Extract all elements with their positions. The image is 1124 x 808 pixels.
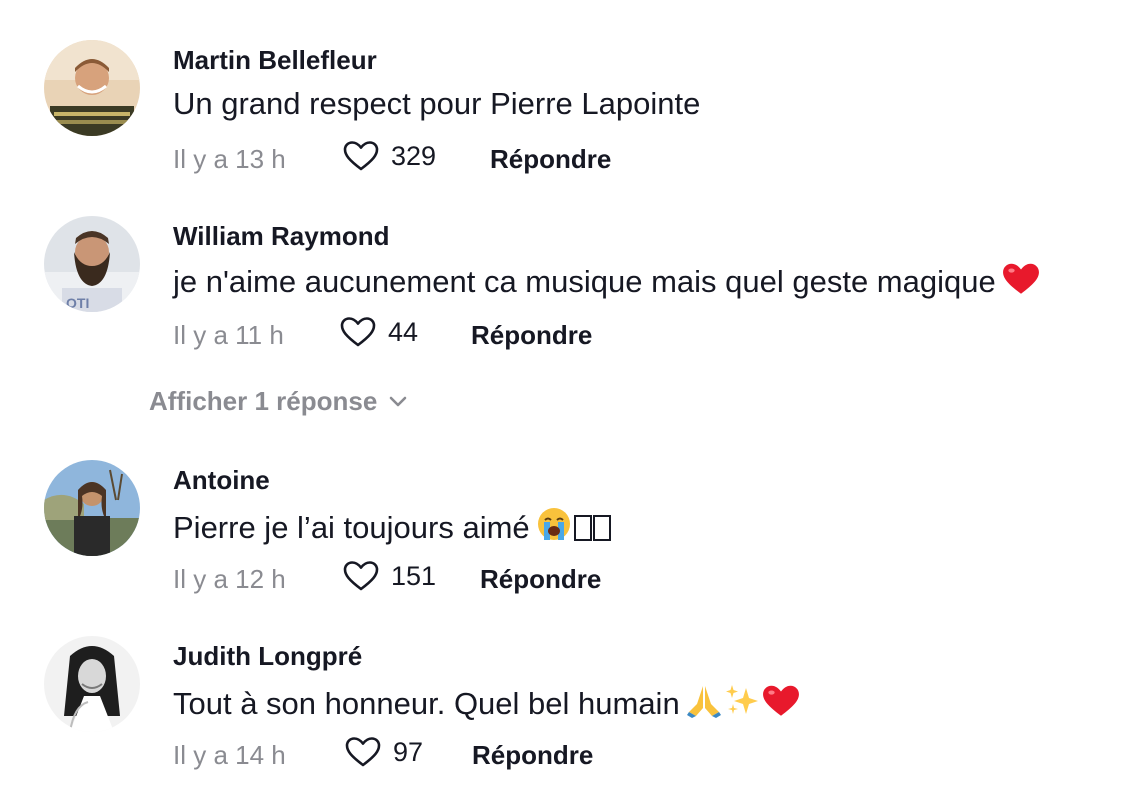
red-heart-emoji — [762, 684, 800, 726]
avatar-photo — [44, 40, 140, 136]
username[interactable]: William Raymond — [173, 221, 389, 252]
like-button[interactable]: 151 — [343, 560, 436, 592]
comment-text: Un grand respect pour Pierre Lapointe — [173, 86, 700, 122]
avatar[interactable] — [44, 460, 140, 556]
sparkles-emoji — [724, 682, 760, 726]
like-button[interactable]: 97 — [345, 736, 423, 768]
like-count: 44 — [388, 316, 419, 347]
comment-text: Pierre je l’ai toujours aimé — [173, 506, 611, 550]
chevron-down-icon — [389, 396, 407, 406]
folded-hands-emoji — [686, 682, 722, 726]
username[interactable]: Martin Bellefleur — [173, 45, 377, 76]
avatar[interactable] — [44, 40, 140, 136]
reply-button[interactable]: Répondre — [471, 320, 592, 351]
view-replies-label: Afficher 1 réponse — [149, 386, 378, 416]
avatar[interactable]: OTI — [44, 216, 140, 312]
timestamp: Il y a 12 h — [173, 564, 286, 594]
comment-text: je n'aime aucunement ca musique mais que… — [173, 262, 1040, 304]
timestamp: Il y a 14 h — [173, 740, 286, 770]
missing-glyph-box — [573, 515, 592, 541]
reply-button[interactable]: Répondre — [480, 564, 601, 595]
heart-outline-icon — [343, 561, 379, 591]
missing-glyph-box — [592, 515, 611, 541]
comment-text-content: Tout à son honneur. Quel bel humain — [173, 686, 680, 721]
like-count: 97 — [393, 736, 424, 767]
heart-outline-icon — [340, 317, 376, 347]
reply-button[interactable]: Répondre — [472, 740, 593, 771]
like-count: 151 — [391, 560, 437, 591]
view-replies-button[interactable]: Afficher 1 réponse — [149, 386, 407, 417]
svg-text:OTI: OTI — [66, 295, 89, 311]
loudly-crying-face-emoji — [536, 506, 572, 550]
timestamp: Il y a 11 h — [173, 320, 284, 350]
avatar-photo: OTI — [44, 216, 140, 312]
comment-text: Tout à son honneur. Quel bel humain — [173, 682, 800, 726]
comment-meta: Il y a 14 h 97 Répondre — [173, 737, 773, 780]
avatar[interactable] — [44, 636, 140, 732]
like-count: 329 — [391, 140, 437, 171]
comment-meta: Il y a 12 h 151 Répondre — [173, 561, 773, 604]
comment-text-content: Pierre je l’ai toujours aimé — [173, 510, 530, 545]
heart-outline-icon — [343, 141, 379, 171]
heart-outline-icon — [345, 737, 381, 767]
comment-meta: Il y a 11 h 44 Répondre — [173, 317, 773, 360]
like-button[interactable]: 329 — [343, 140, 436, 172]
username[interactable]: Judith Longpré — [173, 641, 362, 672]
red-heart-emoji — [1002, 262, 1040, 304]
comment-text-content: je n'aime aucunement ca musique mais que… — [173, 264, 996, 299]
timestamp: Il y a 13 h — [173, 144, 286, 174]
avatar-photo — [44, 460, 140, 556]
avatar-photo — [44, 636, 140, 732]
comment-text-content: Un grand respect pour Pierre Lapointe — [173, 86, 701, 121]
username[interactable]: Antoine — [173, 465, 270, 496]
like-button[interactable]: 44 — [340, 316, 418, 348]
comment-meta: Il y a 13 h 329 Répondre — [173, 141, 773, 184]
reply-button[interactable]: Répondre — [490, 144, 611, 175]
